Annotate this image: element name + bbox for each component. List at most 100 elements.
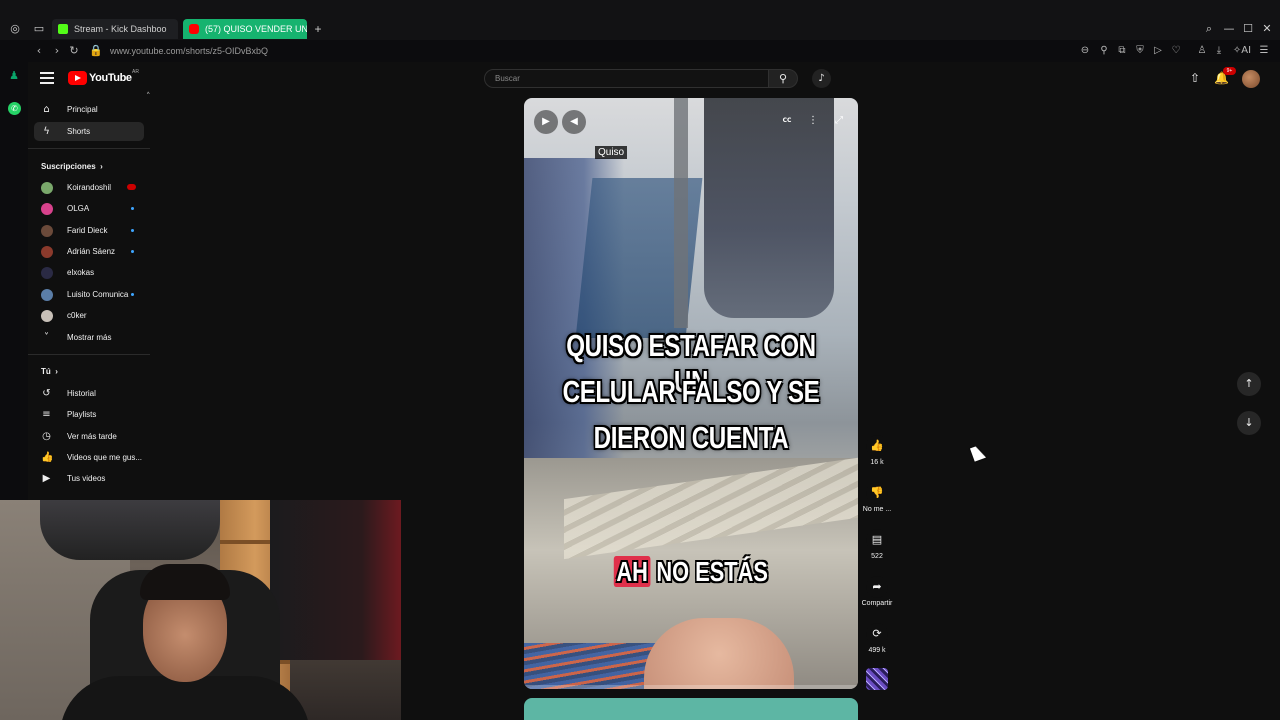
volume-icon[interactable]: ◀ bbox=[562, 110, 586, 134]
liked-icon: 👍 bbox=[41, 452, 54, 463]
lock-icon[interactable]: 🔒 bbox=[89, 44, 103, 58]
dislike-button[interactable]: 👎 No me ... bbox=[863, 482, 891, 513]
search-tabs-icon[interactable]: ⌕ bbox=[1202, 22, 1216, 36]
channel-name: Adrián Sáenz bbox=[67, 247, 116, 256]
sidebar-subscription-item[interactable]: OLGA bbox=[34, 199, 144, 218]
thumbs-down-icon: 👎 bbox=[866, 482, 888, 504]
sidebar-subscription-item[interactable]: c0ker bbox=[34, 306, 144, 325]
channel-name: Farid Dieck bbox=[67, 226, 108, 235]
sidebar-item-historial[interactable]: ↺ Historial bbox=[34, 384, 144, 403]
maximize-icon[interactable]: ☐ bbox=[1241, 22, 1255, 36]
sidebar-item-principal[interactable]: ⌂ Principal bbox=[34, 100, 144, 119]
sidebar-item-tus-videos[interactable]: ▶ Tus videos bbox=[34, 469, 144, 488]
video-scene bbox=[524, 643, 664, 689]
like-button[interactable]: 👍 16 k bbox=[864, 435, 890, 466]
channel-avatar bbox=[41, 203, 53, 215]
back-icon[interactable]: ‹ bbox=[32, 44, 46, 58]
more-options-icon[interactable]: ⋮ bbox=[804, 112, 822, 130]
search-button[interactable]: ⚲ bbox=[768, 69, 798, 88]
channel-avatar bbox=[41, 289, 53, 301]
new-content-dot bbox=[131, 207, 134, 210]
close-icon[interactable]: ✕ bbox=[1260, 22, 1274, 36]
zoom-icon[interactable]: ⊖ bbox=[1078, 44, 1092, 58]
caption-text: NO ESTÁS bbox=[656, 556, 768, 587]
voice-search-icon[interactable]: ♪ bbox=[812, 69, 831, 88]
heart-icon[interactable]: ♡ bbox=[1169, 44, 1183, 58]
avatar[interactable] bbox=[1242, 70, 1260, 88]
watch-later-icon: ◷ bbox=[42, 431, 51, 442]
tab-label: Stream - Kick Dashboo bbox=[74, 24, 167, 34]
previous-short-button[interactable]: ↑ bbox=[1237, 372, 1261, 396]
remix-icon: ⟳ bbox=[866, 623, 888, 645]
upload-icon[interactable]: ⇧ bbox=[1188, 71, 1202, 85]
like-count: 16 k bbox=[870, 459, 884, 466]
channel-name: elxokas bbox=[67, 268, 95, 277]
ai-icon[interactable]: ✧AI bbox=[1232, 44, 1252, 58]
streamer-body bbox=[60, 676, 310, 720]
show-more-button[interactable]: ˅ Mostrar más bbox=[34, 328, 144, 347]
play-extension-icon[interactable]: ▷ bbox=[1151, 44, 1165, 58]
browser-logo-icon[interactable]: ◎ bbox=[8, 22, 22, 36]
sidebar-item-ver-mas-tarde[interactable]: ◷ Ver más tarde bbox=[34, 427, 144, 446]
whatsapp-icon[interactable]: ✆ bbox=[8, 102, 21, 115]
comment-icon: ▤ bbox=[866, 529, 888, 551]
logo-region: AR bbox=[132, 69, 139, 75]
youtube-play-icon bbox=[68, 71, 87, 85]
comments-button[interactable]: ▤ 522 bbox=[864, 529, 890, 560]
sidebar-subscription-item[interactable]: Adrián Sáenz bbox=[34, 242, 144, 261]
next-short-button[interactable]: ↓ bbox=[1237, 411, 1261, 435]
tab-label: (57) QUISO VENDER UN C bbox=[205, 24, 307, 34]
sidebar-subscription-item[interactable]: Koirandoshil bbox=[34, 178, 144, 197]
search-input[interactable]: Buscar bbox=[484, 69, 769, 88]
comment-count: 522 bbox=[871, 553, 883, 560]
video-scene bbox=[704, 98, 834, 318]
url-field[interactable]: www.youtube.com/shorts/z5-OIDvBxbQ bbox=[110, 44, 268, 58]
forward-icon[interactable]: › bbox=[50, 44, 64, 58]
tab-kick-dashboard[interactable]: Stream - Kick Dashboo bbox=[52, 19, 178, 39]
tab-list-icon[interactable]: ▭ bbox=[32, 22, 46, 36]
browser-tab-bar: ◎ ▭ Stream - Kick Dashboo (57) QUISO VEN… bbox=[0, 0, 1280, 40]
shield-icon[interactable]: ⛨ bbox=[1133, 44, 1147, 58]
channel-avatar bbox=[41, 225, 53, 237]
shorts-video-player[interactable]: ▶ ◀ CC ⋮ ⤢ Quiso QUISO ESTAFAR CON UN CE… bbox=[524, 98, 858, 689]
profile-icon[interactable]: ♙ bbox=[1195, 44, 1209, 58]
sidebar-item-liked-videos[interactable]: 👍 Videos que me gus... bbox=[34, 448, 144, 467]
sound-thumbnail[interactable] bbox=[866, 668, 888, 690]
subscriptions-heading[interactable]: Suscripciones › bbox=[41, 160, 103, 174]
minimize-icon[interactable]: — bbox=[1222, 22, 1236, 36]
pin-icon[interactable]: ⚲ bbox=[1097, 44, 1111, 58]
video-title-caption-line: CELULAR FALSO Y SE bbox=[562, 374, 820, 409]
remix-button[interactable]: ⟳ 499 k bbox=[864, 623, 890, 654]
sidebar-item-playlists[interactable]: ≡ Playlists bbox=[34, 405, 144, 424]
channel-name: c0ker bbox=[67, 311, 87, 320]
divider bbox=[28, 354, 150, 355]
live-indicator bbox=[127, 184, 136, 190]
sidebar-subscription-item[interactable]: elxokas bbox=[34, 263, 144, 282]
play-icon[interactable]: ▶ bbox=[534, 110, 558, 134]
menu-icon[interactable]: ☰ bbox=[1257, 44, 1271, 58]
bot-icon[interactable]: ♟ bbox=[8, 70, 20, 82]
channel-avatar bbox=[41, 310, 53, 322]
arrow-up-icon: ↑ bbox=[1244, 377, 1254, 390]
new-tab-button[interactable]: + bbox=[311, 19, 325, 39]
sidebar-item-shorts[interactable]: ϟ Shorts bbox=[34, 122, 144, 141]
share-button[interactable]: ➦ Compartir bbox=[862, 576, 892, 607]
new-content-dot bbox=[131, 250, 134, 253]
chevron-right-icon: › bbox=[53, 367, 58, 376]
sidebar-subscription-item[interactable]: Farid Dieck bbox=[34, 221, 144, 240]
screenshot-icon[interactable]: ⧉ bbox=[1115, 44, 1129, 58]
captions-button[interactable]: CC bbox=[778, 112, 796, 130]
reload-icon[interactable]: ↻ bbox=[67, 44, 81, 58]
tab-youtube-short[interactable]: (57) QUISO VENDER UN C bbox=[183, 19, 307, 39]
download-icon[interactable]: ⤓ bbox=[1212, 44, 1226, 58]
next-short-preview[interactable] bbox=[524, 698, 858, 720]
hamburger-menu-icon[interactable] bbox=[40, 72, 54, 84]
you-heading[interactable]: Tú › bbox=[41, 365, 58, 379]
fullscreen-icon[interactable]: ⤢ bbox=[830, 112, 848, 130]
sidebar-subscription-item[interactable]: Luisito Comunica bbox=[34, 285, 144, 304]
video-progress-bar[interactable] bbox=[524, 685, 858, 689]
auto-caption: Quiso bbox=[595, 146, 628, 159]
streamer-hair bbox=[140, 564, 230, 600]
chevron-up-icon[interactable]: ˄ bbox=[146, 92, 151, 102]
chevron-right-icon: › bbox=[97, 162, 103, 171]
